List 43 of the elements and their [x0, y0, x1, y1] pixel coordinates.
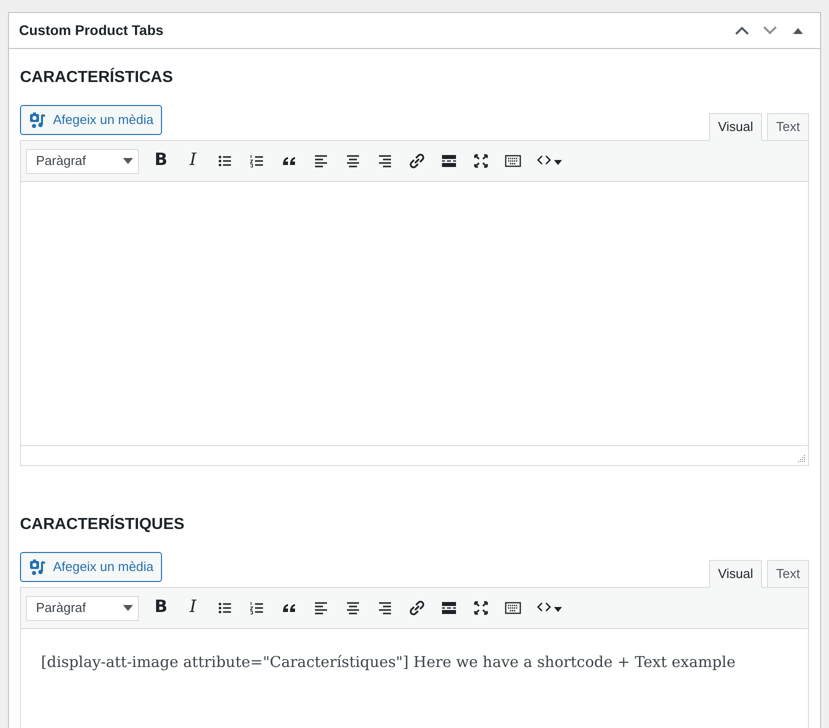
bold-button[interactable]: B — [146, 593, 176, 623]
add-media-button[interactable]: Afegeix un mèdia — [20, 105, 162, 135]
align-center-icon — [345, 600, 361, 616]
editor-tab[interactable]: Text — [767, 113, 809, 141]
editor-tab[interactable]: Visual — [708, 113, 762, 141]
fullscreen-icon — [473, 600, 489, 616]
bold-button[interactable]: B — [146, 146, 176, 176]
bullet-list-icon — [217, 153, 233, 169]
keyboard-icon — [505, 153, 521, 169]
editor-text: [display-att-image attribute="Característiques"] Here we have a shortcode + Text example — [41, 652, 736, 673]
editor-tab[interactable]: Text — [767, 560, 809, 588]
panel-title: Custom Product Tabs — [19, 21, 164, 40]
media-icon — [29, 111, 47, 129]
media-icon — [29, 558, 47, 576]
triangle-up-icon — [793, 28, 803, 34]
format-dropdown[interactable]: Paràgraf — [26, 148, 139, 174]
align-right-icon — [377, 600, 393, 616]
read-more-icon — [441, 600, 457, 616]
align-center-icon — [345, 153, 361, 169]
caret-icon — [123, 158, 133, 164]
editor-tab[interactable]: Visual — [708, 560, 762, 588]
caret-icon — [123, 605, 133, 611]
code-icon — [537, 602, 563, 614]
numbered-list-icon — [249, 153, 265, 169]
read-more-icon — [441, 153, 457, 169]
section-heading: CARACTERÍSTIQUES — [20, 516, 186, 534]
align-right-icon — [377, 153, 393, 169]
fullscreen-icon — [473, 153, 489, 169]
code-icon — [537, 155, 563, 167]
numbered-list-icon — [249, 600, 265, 616]
link-icon — [409, 153, 425, 169]
italic-button[interactable]: I — [178, 146, 208, 176]
format-dropdown[interactable]: Paràgraf — [26, 596, 139, 620]
add-media-button[interactable]: Afegeix un mèdia — [20, 552, 162, 582]
italic-button[interactable]: I — [178, 593, 208, 623]
keyboard-icon — [505, 600, 521, 616]
align-left-icon — [313, 600, 329, 616]
bullet-list-icon — [217, 600, 233, 616]
chevron-up-icon — [735, 26, 749, 35]
link-icon — [409, 600, 425, 616]
chevron-down-icon — [763, 26, 777, 35]
align-left-icon — [313, 153, 329, 169]
section-heading: CARACTERÍSTICAS — [20, 69, 174, 87]
